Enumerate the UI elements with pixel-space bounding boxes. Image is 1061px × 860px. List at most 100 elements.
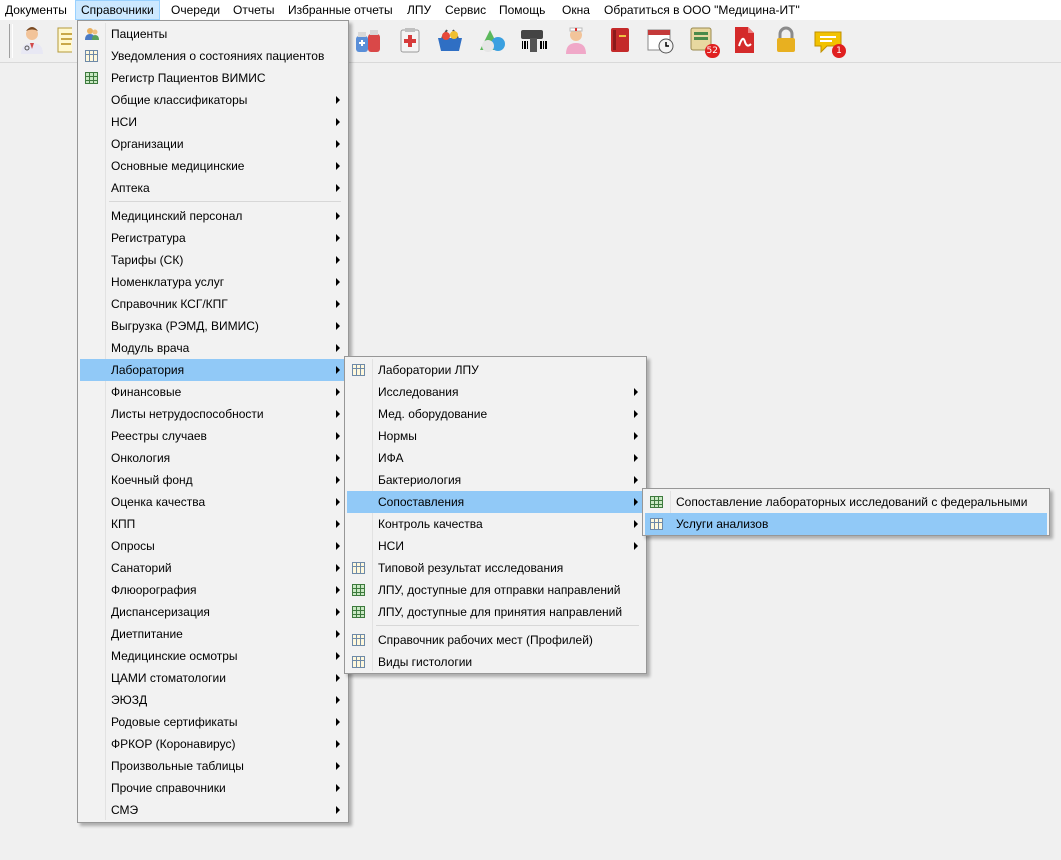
menu-item-виды-гистологии[interactable]: Виды гистологии bbox=[347, 651, 644, 673]
menu-favorite-reports[interactable]: Избранные отчеты bbox=[288, 1, 393, 19]
menu-item-аптека[interactable]: Аптека bbox=[80, 177, 346, 199]
queue-icon[interactable]: 52 bbox=[686, 24, 720, 58]
menu-item-листы-нетрудоспособности[interactable]: Листы нетрудоспособности bbox=[80, 403, 346, 425]
menu-item-label: Санаторий bbox=[111, 561, 172, 575]
menu-documents[interactable]: Документы bbox=[5, 1, 67, 19]
toolbar-grip[interactable] bbox=[9, 24, 13, 58]
pdf-document-icon[interactable] bbox=[728, 24, 760, 56]
menu-item-справочник-рабочих-мест-профилей[interactable]: Справочник рабочих мест (Профилей) bbox=[347, 629, 644, 651]
red-book-icon[interactable] bbox=[604, 24, 636, 56]
table-green-icon bbox=[351, 582, 367, 598]
menu-item-медицинские-осмотры[interactable]: Медицинские осмотры bbox=[80, 645, 346, 667]
menu-item-мед-оборудование[interactable]: Мед. оборудование bbox=[347, 403, 644, 425]
submenu-arrow-icon bbox=[336, 118, 340, 126]
menu-item-модуль-врача[interactable]: Модуль врача bbox=[80, 337, 346, 359]
menu-item-бактериология[interactable]: Бактериология bbox=[347, 469, 644, 491]
submenu-arrow-icon bbox=[336, 520, 340, 528]
menu-item-label: Медицинский персонал bbox=[111, 209, 243, 223]
menu-item-санаторий[interactable]: Санаторий bbox=[80, 557, 346, 579]
submenu-arrow-icon bbox=[336, 96, 340, 104]
menu-item-онкология[interactable]: Онкология bbox=[80, 447, 346, 469]
menu-item-диетпитание[interactable]: Диетпитание bbox=[80, 623, 346, 645]
submenu-arrow-icon bbox=[336, 366, 340, 374]
menu-item-цами-стоматологии[interactable]: ЦАМИ стоматологии bbox=[80, 667, 346, 689]
menu-item-лаборатория[interactable]: Лаборатория bbox=[80, 359, 346, 381]
menu-item-label: НСИ bbox=[378, 539, 404, 553]
lock-icon[interactable] bbox=[770, 24, 802, 56]
table-icon bbox=[351, 632, 367, 648]
menu-item-медицинский-персонал[interactable]: Медицинский персонал bbox=[80, 205, 346, 227]
chat-badge: 1 bbox=[832, 44, 846, 58]
menu-item-эюзд[interactable]: ЭЮЗД bbox=[80, 689, 346, 711]
nurse-icon[interactable] bbox=[560, 24, 592, 56]
menu-item-ифа[interactable]: ИФА bbox=[347, 447, 644, 469]
menu-item-прочие-справочники[interactable]: Прочие справочники bbox=[80, 777, 346, 799]
menu-item-исследования[interactable]: Исследования bbox=[347, 381, 644, 403]
menu-reports[interactable]: Отчеты bbox=[233, 1, 274, 19]
menu-item-типовой-результат-исследования[interactable]: Типовой результат исследования bbox=[347, 557, 644, 579]
menu-lpu[interactable]: ЛПУ bbox=[407, 1, 431, 19]
submenu-arrow-icon bbox=[336, 162, 340, 170]
menu-queues[interactable]: Очереди bbox=[171, 1, 220, 19]
menu-windows[interactable]: Окна bbox=[562, 1, 590, 19]
doctor-icon[interactable] bbox=[16, 24, 48, 56]
menu-item-кпп[interactable]: КПП bbox=[80, 513, 346, 535]
menu-contact-support[interactable]: Обратиться в ООО "Медицина-ИТ" bbox=[604, 1, 800, 19]
submenu-arrow-icon bbox=[634, 476, 638, 484]
menu-item-сопоставление-лабораторных-исследований-с-федеральными[interactable]: Сопоставление лабораторных исследований … bbox=[645, 491, 1047, 513]
submenu-arrow-icon bbox=[336, 784, 340, 792]
menu-service[interactable]: Сервис bbox=[445, 1, 486, 19]
menu-item-label: ЛПУ, доступные для отправки направлений bbox=[378, 583, 621, 597]
table-icon bbox=[351, 362, 367, 378]
menu-item-label: Лаборатория bbox=[111, 363, 185, 377]
menu-item-общие-классификаторы[interactable]: Общие классификаторы bbox=[80, 89, 346, 111]
documents-icon[interactable] bbox=[52, 24, 72, 56]
menu-item-справочник-ксг-кпг[interactable]: Справочник КСГ/КПГ bbox=[80, 293, 346, 315]
menu-item-регистр-пациентов-вимис[interactable]: Регистр Пациентов ВИМИС bbox=[80, 67, 346, 89]
first-aid-kit-icon[interactable] bbox=[394, 24, 426, 56]
menu-item-контроль-качества[interactable]: Контроль качества bbox=[347, 513, 644, 535]
menu-help[interactable]: Помощь bbox=[499, 1, 545, 19]
menu-item-label: Опросы bbox=[111, 539, 155, 553]
menu-item-организации[interactable]: Организации bbox=[80, 133, 346, 155]
menu-item-пациенты[interactable]: Пациенты bbox=[80, 23, 346, 45]
barcode-scanner-icon[interactable] bbox=[518, 24, 550, 56]
menu-item-выгрузка-рэмд-вимис[interactable]: Выгрузка (РЭМД, ВИМИС) bbox=[80, 315, 346, 337]
table-green-icon bbox=[84, 70, 100, 86]
menu-item-опросы[interactable]: Опросы bbox=[80, 535, 346, 557]
menu-item-нормы[interactable]: Нормы bbox=[347, 425, 644, 447]
menu-item-label: КПП bbox=[111, 517, 136, 531]
menu-item-нси[interactable]: НСИ bbox=[80, 111, 346, 133]
menu-item-label: Пациенты bbox=[111, 27, 168, 41]
menu-item-смэ[interactable]: СМЭ bbox=[80, 799, 346, 821]
chat-icon[interactable]: 1 bbox=[812, 24, 846, 58]
calendar-clock-icon[interactable] bbox=[644, 24, 676, 56]
medicine-bottles-icon[interactable] bbox=[352, 24, 386, 56]
menu-item-лпу-доступные-для-принятия-направлений[interactable]: ЛПУ, доступные для принятия направлений bbox=[347, 601, 644, 623]
menu-item-реестры-случаев[interactable]: Реестры случаев bbox=[80, 425, 346, 447]
menu-item-произвольные-таблицы[interactable]: Произвольные таблицы bbox=[80, 755, 346, 777]
menu-item-лаборатории-лпу[interactable]: Лаборатории ЛПУ bbox=[347, 359, 644, 381]
menu-item-номенклатура-услуг[interactable]: Номенклатура услуг bbox=[80, 271, 346, 293]
menu-item-флюорография[interactable]: Флюорография bbox=[80, 579, 346, 601]
menu-item-финансовые[interactable]: Финансовые bbox=[80, 381, 346, 403]
menu-directories[interactable]: Справочники bbox=[75, 0, 160, 20]
submenu-arrow-icon bbox=[336, 140, 340, 148]
menu-item-услуги-анализов[interactable]: Услуги анализов bbox=[645, 513, 1047, 535]
menu-item-родовые-сертификаты[interactable]: Родовые сертификаты bbox=[80, 711, 346, 733]
menu-item-сопоставления[interactable]: Сопоставления bbox=[347, 491, 644, 513]
menu-item-диспансеризация[interactable]: Диспансеризация bbox=[80, 601, 346, 623]
menu-item-фркор-коронавирус[interactable]: ФРКОР (Коронавирус) bbox=[80, 733, 346, 755]
menu-item-тарифы-ск[interactable]: Тарифы (СК) bbox=[80, 249, 346, 271]
pills-icon[interactable] bbox=[476, 24, 508, 56]
menu-item-label: Справочник рабочих мест (Профилей) bbox=[378, 633, 593, 647]
menu-item-коечный-фонд[interactable]: Коечный фонд bbox=[80, 469, 346, 491]
basket-icon[interactable] bbox=[434, 24, 466, 56]
menu-item-оценка-качества[interactable]: Оценка качества bbox=[80, 491, 346, 513]
menubar: Документы Справочники Очереди Отчеты Изб… bbox=[0, 0, 1061, 21]
menu-item-уведомления-о-состояниях-пациентов[interactable]: Уведомления о состояниях пациентов bbox=[80, 45, 346, 67]
menu-item-основные-медицинские[interactable]: Основные медицинские bbox=[80, 155, 346, 177]
menu-item-регистратура[interactable]: Регистратура bbox=[80, 227, 346, 249]
menu-item-лпу-доступные-для-отправки-направлений[interactable]: ЛПУ, доступные для отправки направлений bbox=[347, 579, 644, 601]
menu-item-нси[interactable]: НСИ bbox=[347, 535, 644, 557]
